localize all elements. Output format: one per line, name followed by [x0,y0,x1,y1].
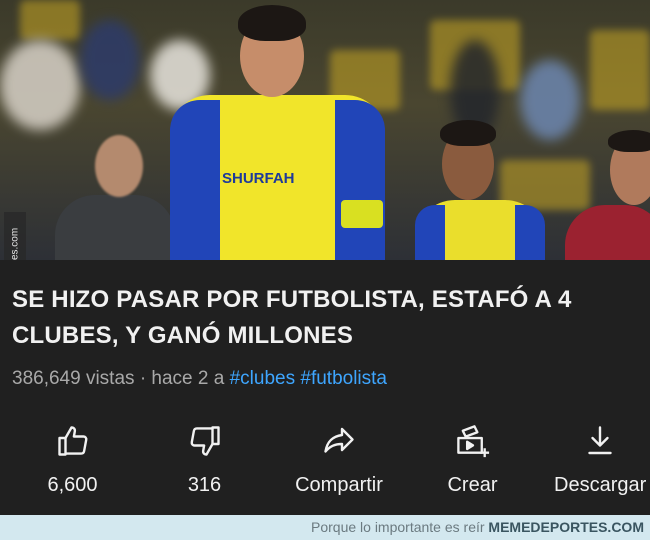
download-icon [588,426,612,455]
create-button[interactable]: Crear [420,415,525,515]
dislike-count: 316 [187,474,222,496]
create-label: Crear [447,474,498,496]
footer-bar: Porque lo importante es reír MEMEDEPORTE… [0,515,650,540]
share-button[interactable]: Compartir [280,415,398,515]
video-title[interactable]: SE HIZO PASAR POR FUTBOLISTA, ESTAFÓ A 4… [12,282,642,354]
video-thumbnail[interactable]: SHURFAH [0,0,650,260]
like-count: 6,600 [47,474,98,496]
video-meta: 386,649 vistas · hace 2 a #clubes #futbo… [12,368,387,390]
video-info: SE HIZO PASAR POR FUTBOLISTA, ESTAFÓ A 4… [0,260,650,415]
download-label: Descargar [554,474,647,496]
page: SHURFAH Memedeportes.com SE HIZO PASAR P… [0,0,650,540]
footer-site: MEMEDEPORTES.COM [488,519,644,535]
footer-caption: Porque lo importante es reír [311,519,485,535]
thumbs-up-icon [57,426,87,456]
dislike-button[interactable]: 316 [152,415,257,515]
thumbs-down-icon [190,426,220,456]
like-button[interactable]: 6,600 [20,415,125,515]
create-icon [456,425,489,458]
footer-credit: Porque lo importante es reír MEMEDEPORTE… [311,519,644,535]
hashtag-link[interactable]: #futbolista [300,368,387,389]
share-icon [324,427,354,453]
view-count: 386,649 vistas [12,368,135,389]
jersey-sponsor: SHURFAH [222,170,295,187]
upload-age: · hace 2 a [139,368,225,389]
action-bar: 6,600 316 Compartir Crear Descargar [0,415,650,515]
hashtag-link[interactable]: #clubes [230,368,296,389]
share-label: Compartir [295,474,383,496]
download-button[interactable]: Descargar [550,415,650,515]
